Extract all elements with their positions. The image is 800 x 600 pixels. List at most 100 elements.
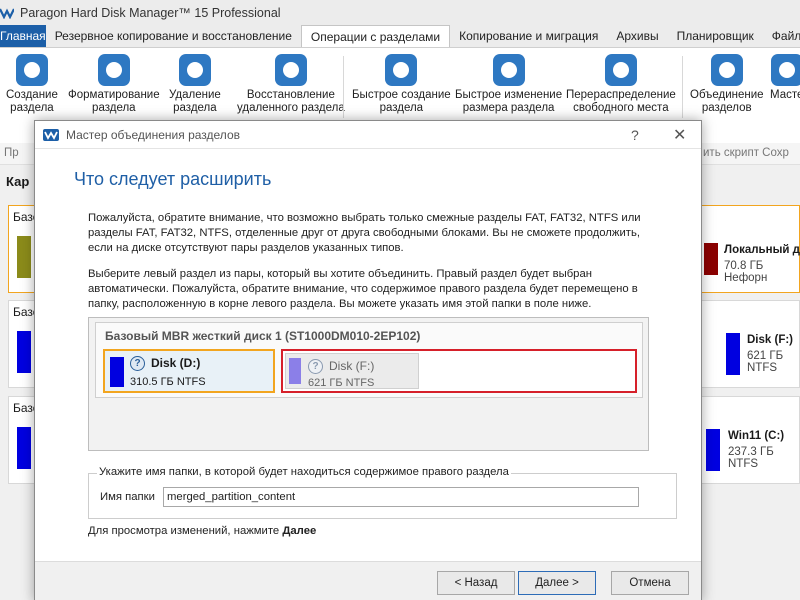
hint-text: Для просмотра изменений, нажмите: [88, 525, 283, 537]
background-partition-f[interactable]: Disk (F:) 621 ГБ NTFS: [747, 334, 800, 374]
delete-partition-line2: раздела: [173, 102, 217, 114]
help-icon[interactable]: ?: [631, 127, 639, 143]
create-partition-icon: [15, 54, 48, 86]
dialog-titlebar: Мастер объединения разделов: [35, 121, 701, 149]
disk-map-title: Кар: [6, 174, 30, 189]
folder-name-input[interactable]: [163, 487, 639, 507]
delete-partition-icon: [178, 54, 211, 86]
background-partition-bar: [726, 333, 740, 375]
ribbon-tabs: Главная Резервное копирование и восстано…: [0, 25, 800, 47]
redistribute-line1: Перераспределение: [566, 89, 676, 101]
background-partition-size: 621 ГБ NTFS: [747, 350, 784, 374]
tab-file[interactable]: Файловы: [763, 25, 800, 47]
recover-partition-icon: [274, 54, 307, 86]
create-partition-line1: Создание: [6, 89, 58, 101]
quick-resize-line2: размера раздела: [462, 102, 555, 114]
disk-layout-panel: Базовый MBR жесткий диск 1 (ST1000DM010-…: [88, 317, 649, 451]
delete-partition-line1: Удаление: [169, 89, 221, 101]
partition-f-paired[interactable]: ? Disk (F:) 621 ГБ NTFS: [281, 349, 637, 393]
info-paragraph-2: Выберите левый раздел из пары, который в…: [88, 267, 648, 312]
background-partition-size: 70.8 ГБ Нефорн: [724, 260, 768, 284]
partition-color-bar: [110, 357, 124, 387]
recover-partition-button[interactable]: Восстановление удаленного раздела: [237, 54, 345, 115]
background-partition-bar: [704, 243, 718, 275]
wizard-line1: Масте: [770, 89, 800, 101]
merge-wizard-dialog: Мастер объединения разделов ? ✕ Что след…: [34, 120, 702, 600]
merge-partitions-button[interactable]: Объединение разделов: [690, 54, 764, 115]
dialog-button-row: < Назад Далее > Отмена: [35, 561, 701, 600]
wizard-icon: [770, 54, 800, 86]
background-partition-local[interactable]: Локальный д 70.8 ГБ Нефорн: [724, 244, 800, 284]
tab-archives[interactable]: Архивы: [607, 25, 667, 47]
quick-resize-icon: [492, 54, 525, 86]
dialog-title: Мастер объединения разделов: [66, 127, 240, 142]
tab-scheduler[interactable]: Планировщик: [668, 25, 763, 47]
disk-name: Базовый MBR жесткий диск 1 (ST1000DM010-…: [105, 329, 421, 343]
wizard-button[interactable]: Масте: [770, 54, 800, 102]
tab-copy-migration[interactable]: Копирование и миграция: [450, 25, 607, 47]
partition-d-selected[interactable]: ? Disk (D:) 310.5 ГБ NTFS: [103, 349, 275, 393]
folder-group-title: Укажите имя папки, в которой будет наход…: [97, 466, 511, 478]
background-partition-name: Disk (F:): [747, 334, 793, 346]
merge-partitions-line2: разделов: [701, 102, 752, 114]
ribbon-separator: [682, 56, 683, 118]
background-partition-name: Локальный д: [724, 244, 800, 256]
background-partition-swatch: [17, 236, 31, 278]
question-icon: ?: [130, 356, 145, 371]
disk-row: Базовый MBR жесткий диск 1 (ST1000DM010-…: [95, 322, 643, 398]
delete-partition-button[interactable]: Удаление раздела: [169, 54, 221, 115]
redistribute-space-button[interactable]: Перераспределение свободного места: [566, 54, 676, 115]
merge-partitions-line1: Объединение: [690, 89, 764, 101]
info-paragraph-1: Пожалуйста, обратите внимание, что возмо…: [88, 211, 648, 256]
hint-next-word: Далее: [282, 525, 317, 537]
app-titlebar: Paragon Hard Disk Manager™ 15 Profession…: [0, 0, 800, 25]
next-button[interactable]: Далее >: [518, 571, 596, 595]
create-partition-line2: раздела: [10, 102, 54, 114]
paragon-logo-icon: [0, 8, 14, 19]
info-line: Выберите левый раздел из пары, который в…: [88, 268, 592, 280]
folder-name-group: Укажите имя папки, в которой будет наход…: [88, 466, 677, 519]
format-partition-button[interactable]: Форматирование раздела: [68, 54, 160, 115]
partition-name: Disk (D:): [151, 356, 201, 370]
partition-size: 310.5 ГБ NTFS: [130, 376, 206, 388]
back-button[interactable]: < Назад: [437, 571, 515, 595]
background-partition-name: Win11 (C:): [728, 430, 785, 442]
background-partition-swatch: [17, 331, 31, 373]
background-partition-c[interactable]: Win11 (C:) 237.3 ГБ NTFS: [728, 430, 800, 470]
info-line: Пожалуйста, обратите внимание, что возмо…: [88, 212, 641, 224]
merge-partitions-icon: [710, 54, 743, 86]
toolbar-right-text[interactable]: ить скрипт Сохр: [703, 147, 789, 159]
recover-partition-line2: удаленного раздела: [237, 102, 345, 114]
format-partition-icon: [97, 54, 130, 86]
app-title: Paragon Hard Disk Manager™ 15 Profession…: [20, 5, 281, 20]
wizard-heading: Что следует расширить: [74, 169, 272, 189]
background-partition-swatch: [17, 427, 31, 469]
ribbon-separator: [343, 56, 344, 118]
tab-partition-operations[interactable]: Операции с разделами: [300, 25, 451, 47]
info-line: автоматически. Пожалуйста, обратите вним…: [88, 283, 638, 295]
paragon-logo-icon: [43, 128, 59, 141]
folder-name-label: Имя папки: [100, 491, 155, 503]
partition-size: 621 ГБ NTFS: [308, 377, 375, 389]
redistribute-line2: свободного места: [573, 102, 669, 114]
tab-backup-restore[interactable]: Резервное копирование и восстановление: [46, 25, 301, 47]
toolbar-left-text[interactable]: Пр: [4, 147, 19, 159]
next-hint: Для просмотра изменений, нажмите Далее: [88, 525, 316, 537]
question-icon: ?: [308, 359, 323, 374]
quick-create-button[interactable]: Быстрое создание раздела: [352, 54, 451, 115]
info-line: папку, расположенную в корне левого разд…: [88, 298, 592, 310]
partition-color-bar: [289, 358, 301, 384]
partition-cell: ? Disk (F:) 621 ГБ NTFS: [285, 353, 419, 389]
background-partition-size: 237.3 ГБ NTFS: [728, 446, 774, 470]
background-partition-bar: [706, 429, 720, 471]
close-icon[interactable]: ✕: [673, 125, 686, 145]
info-line: если на диске отсутствуют пары разделов …: [88, 242, 404, 254]
tab-home[interactable]: Главная: [0, 25, 46, 47]
info-line: разделы FAT, FAT32, NTFS, отделенные дру…: [88, 227, 640, 239]
create-partition-button[interactable]: Создание раздела: [6, 54, 58, 115]
cancel-button[interactable]: Отмена: [611, 571, 689, 595]
quick-resize-line1: Быстрое изменение: [455, 89, 563, 101]
partition-name: Disk (F:): [329, 359, 375, 373]
quick-create-line1: Быстрое создание: [352, 89, 451, 101]
quick-resize-button[interactable]: Быстрое изменение размера раздела: [455, 54, 562, 115]
